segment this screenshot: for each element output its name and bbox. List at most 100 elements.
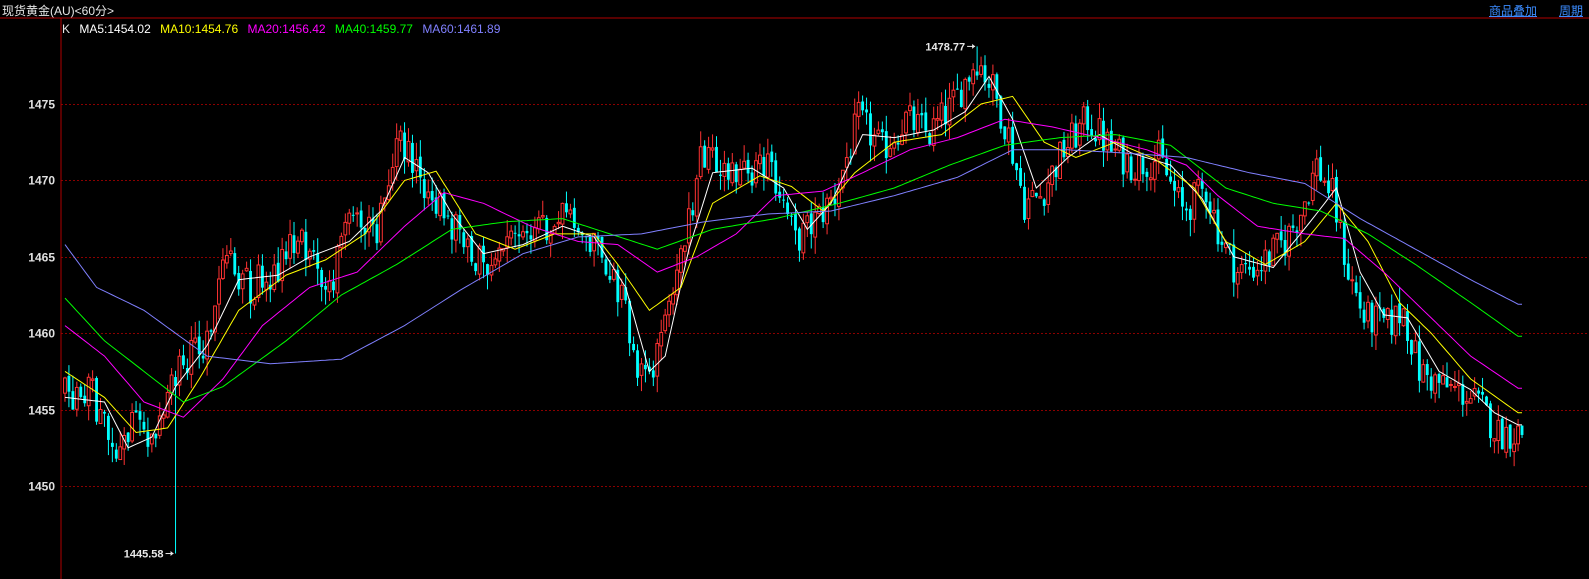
- candle-body: [1468, 398, 1473, 404]
- candle-body: [1263, 249, 1268, 272]
- candle-body: [1433, 374, 1438, 394]
- candle-body: [1310, 172, 1315, 201]
- candle-body: [1271, 237, 1276, 267]
- candle-body: [1252, 266, 1255, 278]
- candle-body: [888, 148, 893, 157]
- candle-body: [493, 258, 498, 266]
- candle-body: [1449, 383, 1453, 386]
- candle-body: [304, 231, 308, 260]
- candle-body: [1034, 192, 1038, 197]
- candle-body: [1410, 339, 1413, 355]
- candle-body: [604, 259, 608, 275]
- candle-body: [644, 364, 647, 370]
- candle-body: [169, 374, 174, 394]
- candle-body: [671, 293, 675, 305]
- candle-body: [1161, 138, 1165, 158]
- candle-body: [632, 343, 636, 351]
- candle-body: [1319, 157, 1323, 181]
- candle-body: [967, 77, 971, 82]
- candle-body: [987, 83, 991, 88]
- candle-body: [193, 337, 198, 343]
- candle-body: [1314, 158, 1319, 177]
- candlestick-chart[interactable]: 1450 1455 1460 1465 1470 1475 1478.77 1445.58: [0, 0, 1589, 579]
- candle-body: [1358, 292, 1362, 309]
- candle-body: [655, 343, 660, 377]
- candle-body: [359, 210, 363, 228]
- candle-body: [876, 129, 881, 135]
- candle-body: [1011, 126, 1015, 164]
- candle-body: [782, 199, 786, 201]
- candle-body: [1322, 180, 1327, 183]
- candle-body: [1298, 214, 1303, 232]
- candle-body: [1019, 168, 1022, 186]
- candle-body: [884, 131, 888, 159]
- candle-body: [1370, 302, 1374, 333]
- candle-body: [1173, 180, 1176, 191]
- candle-body: [1452, 386, 1457, 389]
- candle-body: [963, 78, 968, 110]
- candle-body: [719, 174, 722, 176]
- candle-body: [568, 209, 573, 215]
- candle-body: [521, 231, 525, 238]
- candle-body: [244, 267, 249, 272]
- candle-body: [1090, 129, 1094, 136]
- candle-body: [446, 215, 450, 217]
- candle-body: [931, 118, 936, 146]
- candle-body: [691, 210, 695, 216]
- candle-body: [1006, 127, 1011, 143]
- candle-body: [1279, 231, 1283, 241]
- candle-body: [284, 251, 288, 260]
- candle-body: [1196, 179, 1201, 186]
- candle-body: [904, 111, 908, 134]
- candle-body: [1398, 303, 1402, 324]
- candle-body: [1441, 375, 1445, 385]
- candle-body: [1137, 154, 1141, 182]
- candle-body: [220, 259, 225, 279]
- candle-body: [1204, 191, 1208, 203]
- candle-body: [256, 264, 261, 298]
- y-tick-label: 1450: [28, 480, 55, 494]
- candle-body: [1425, 364, 1429, 376]
- candle-body: [71, 391, 75, 410]
- candle-body: [217, 278, 221, 305]
- candle-body: [426, 191, 431, 199]
- candle-body: [679, 248, 683, 273]
- candle-body: [249, 270, 252, 304]
- candle-body: [1500, 418, 1504, 450]
- candle-body: [1248, 266, 1251, 270]
- candle-body: [703, 145, 707, 168]
- candle-body: [327, 280, 332, 293]
- candle-body: [1232, 244, 1236, 283]
- candle-body: [1330, 177, 1335, 191]
- candle-body: [856, 101, 861, 117]
- candle-body: [355, 212, 360, 215]
- candle-body: [1066, 147, 1070, 157]
- candle-body: [639, 363, 644, 376]
- candle-body: [1342, 222, 1346, 265]
- candle-body: [312, 250, 316, 252]
- candle-body: [730, 162, 735, 184]
- candle-body: [63, 377, 67, 394]
- candle-body: [872, 134, 877, 147]
- candle-body: [320, 269, 324, 288]
- annotation-arrowhead: [170, 551, 174, 557]
- candle-body: [1354, 282, 1358, 294]
- candle-body: [486, 264, 489, 275]
- candle-body: [746, 159, 750, 174]
- candle-body: [252, 298, 257, 306]
- candle-body: [813, 211, 818, 238]
- candle-body: [742, 160, 747, 169]
- annotation-label: 1445.58: [124, 549, 164, 561]
- candle-body: [375, 224, 379, 244]
- candle-body: [1516, 425, 1520, 445]
- candle-body: [517, 234, 521, 237]
- candle-body: [272, 264, 277, 291]
- candle-body: [565, 203, 568, 213]
- candle-body: [154, 433, 158, 439]
- candle-body: [1030, 190, 1035, 198]
- candle-body: [710, 147, 715, 151]
- candle-body: [529, 235, 533, 240]
- candle-body: [805, 215, 810, 224]
- candle-body: [1042, 199, 1046, 206]
- candle-body: [118, 446, 123, 461]
